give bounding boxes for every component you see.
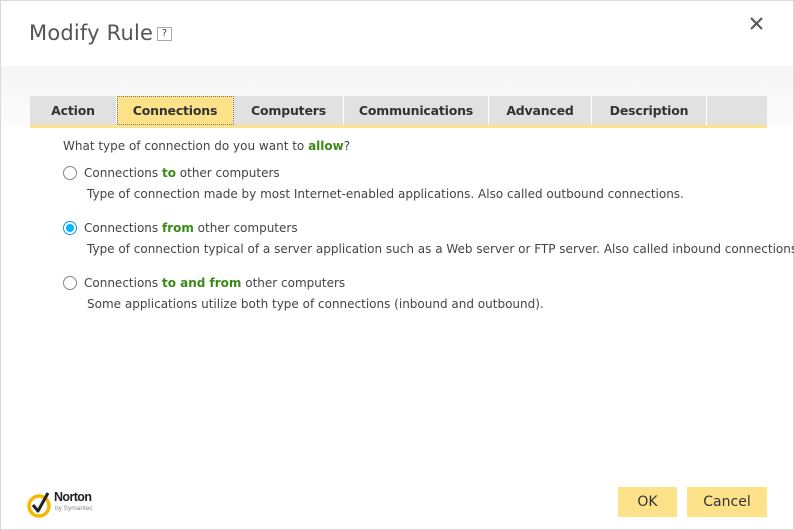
- label-suffix: other computers: [175, 166, 280, 180]
- dialog-title: Modify Rule: [29, 21, 154, 45]
- logo-sub: by Symantec: [55, 505, 93, 512]
- label-suffix: other computers: [241, 276, 346, 290]
- radio-inbound[interactable]: Connections from other computers: [63, 221, 794, 235]
- norton-logo: Norton by Symantec: [27, 489, 107, 519]
- radio-button-unchecked[interactable]: [63, 166, 77, 180]
- option-outbound: Connections to other computers Type of c…: [63, 166, 684, 201]
- label-prefix: Connections: [84, 166, 162, 180]
- label-highlight: from: [161, 221, 194, 235]
- cancel-button[interactable]: Cancel: [687, 487, 767, 517]
- option-description: Type of connection typical of a server a…: [87, 242, 794, 256]
- label-suffix: other computers: [193, 221, 298, 235]
- tab-communications[interactable]: Communications: [344, 96, 489, 125]
- connection-question: What type of connection do you want to a…: [63, 139, 350, 153]
- tab-connections[interactable]: Connections: [117, 96, 234, 125]
- question-highlight: allow: [308, 139, 344, 153]
- label-prefix: Connections: [84, 221, 162, 235]
- tab-bar: Action Connections Computers Communicati…: [30, 96, 767, 126]
- norton-checkmark-icon: [27, 492, 51, 518]
- help-button[interactable]: ?: [157, 27, 172, 41]
- radio-button-checked[interactable]: [63, 221, 77, 235]
- label-prefix: Connections: [84, 276, 162, 290]
- option-description: Some applications utilize both type of c…: [87, 297, 544, 311]
- radio-outbound[interactable]: Connections to other computers: [63, 166, 684, 180]
- tab-empty: [707, 96, 767, 125]
- modify-rule-dialog: Modify Rule ? Action Connections Compute…: [0, 0, 794, 530]
- option-label: Connections from other computers: [84, 221, 298, 235]
- radio-button-unchecked[interactable]: [63, 276, 77, 290]
- option-both: Connections to and from other computers …: [63, 276, 544, 311]
- radio-both[interactable]: Connections to and from other computers: [63, 276, 544, 290]
- logo-name: Norton: [54, 490, 92, 504]
- option-label: Connections to other computers: [84, 166, 280, 180]
- ok-button[interactable]: OK: [618, 487, 677, 517]
- question-suffix: ?: [343, 139, 351, 153]
- dialog-header: Modify Rule ?: [1, 1, 793, 66]
- tab-description[interactable]: Description: [592, 96, 707, 125]
- option-label: Connections to and from other computers: [84, 276, 345, 290]
- option-description: Type of connection made by most Internet…: [87, 187, 684, 201]
- label-highlight: to: [161, 166, 176, 180]
- tab-computers[interactable]: Computers: [234, 96, 344, 125]
- close-icon: [750, 17, 763, 30]
- option-inbound: Connections from other computers Type of…: [63, 221, 794, 256]
- tab-action[interactable]: Action: [30, 96, 117, 125]
- label-highlight: to and from: [161, 276, 242, 290]
- question-prefix: What type of connection do you want to: [63, 139, 309, 153]
- close-button[interactable]: [747, 14, 767, 34]
- tab-advanced[interactable]: Advanced: [489, 96, 592, 125]
- tab-underline: [30, 125, 767, 128]
